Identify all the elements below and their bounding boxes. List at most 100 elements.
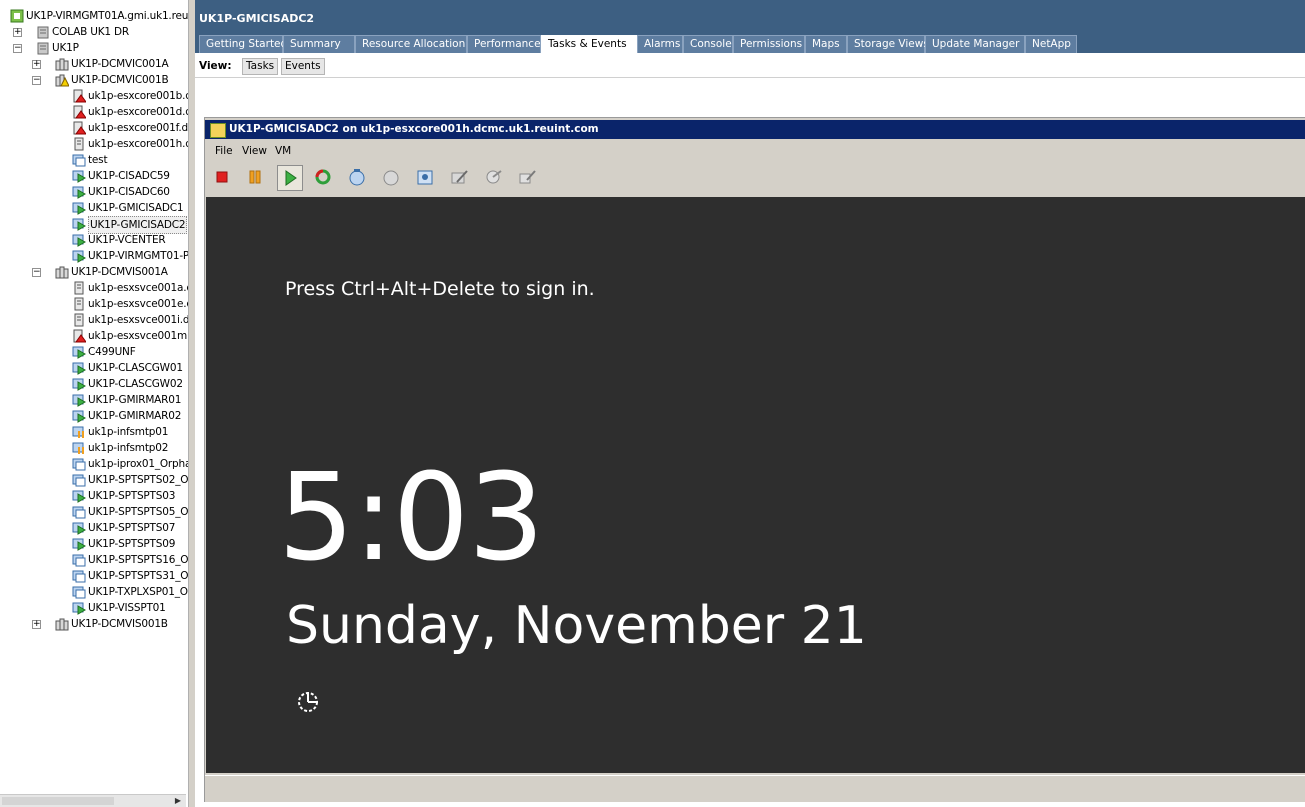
- menu-file[interactable]: File: [215, 145, 233, 157]
- host-icon: [72, 281, 86, 295]
- tree-horizontal-scrollbar[interactable]: ▶: [0, 794, 186, 807]
- tree-item[interactable]: uk1p-esxcore001b.c: [0, 88, 188, 104]
- tree-item-label: UK1P-SPTSPTS05_O: [88, 506, 188, 518]
- collapse-icon[interactable]: −: [13, 44, 22, 53]
- tree-item-label: UK1P-SPTSPTS03: [88, 490, 176, 502]
- tab-maps[interactable]: Maps: [805, 35, 847, 53]
- expand-icon[interactable]: +: [32, 620, 41, 629]
- tree-item-label: UK1P-CISADC60: [88, 186, 170, 198]
- expand-icon[interactable]: +: [32, 60, 41, 69]
- tree-item-label: UK1P-CLASCGW01: [88, 362, 183, 374]
- tree-item[interactable]: uk1p-infsmtp01: [0, 424, 188, 440]
- menu-view[interactable]: View: [242, 145, 267, 157]
- tree-item[interactable]: uk1p-esxsvce001a.c: [0, 280, 188, 296]
- tree-item[interactable]: uk1p-esxcore001d.c: [0, 104, 188, 120]
- tab-alarms[interactable]: Alarms: [637, 35, 683, 53]
- tree-item[interactable]: UK1P-TXPLXSP01_Oi: [0, 584, 188, 600]
- tab-tasks-events[interactable]: Tasks & Events: [541, 35, 637, 54]
- tree-item[interactable]: UK1P-GMIRMAR02: [0, 408, 188, 424]
- tree-item[interactable]: test: [0, 152, 188, 168]
- revert-snapshot-icon[interactable]: [379, 165, 403, 189]
- tree-item[interactable]: UK1P-SPTSPTS03: [0, 488, 188, 504]
- expand-icon[interactable]: +: [13, 28, 22, 37]
- tab-storage-views[interactable]: Storage Views: [847, 35, 929, 53]
- tab-console[interactable]: Console: [683, 35, 733, 53]
- snapshot-icon[interactable]: [345, 165, 369, 189]
- tasks-view-button[interactable]: Tasks: [242, 58, 279, 75]
- tree-item[interactable]: − UK1P-DCMVIS001A: [0, 264, 188, 280]
- console-title-bar[interactable]: UK1P-GMICISADC2 on uk1p-esxcore001h.dcmc…: [205, 120, 1305, 139]
- events-view-button[interactable]: Events: [281, 58, 325, 75]
- tree-item[interactable]: UK1P-CLASCGW01: [0, 360, 188, 376]
- power-off-icon[interactable]: [210, 165, 234, 189]
- tree-item[interactable]: − UK1P: [0, 40, 188, 56]
- tree-item[interactable]: C499UNF: [0, 344, 188, 360]
- tree-item[interactable]: UK1P-SPTSPTS02_O: [0, 472, 188, 488]
- tree-item[interactable]: UK1P-SPTSPTS07: [0, 520, 188, 536]
- tree-item[interactable]: UK1P-VISSPT01: [0, 600, 188, 616]
- tree-item[interactable]: UK1P-SPTSPTS09: [0, 536, 188, 552]
- tree-item[interactable]: − UK1P-DCMVIC001B: [0, 72, 188, 88]
- tree-item[interactable]: + UK1P-DCMVIC001A: [0, 56, 188, 72]
- tree-item-label: uk1p-infsmtp02: [88, 442, 169, 454]
- tree-item[interactable]: UK1P-CISADC60: [0, 184, 188, 200]
- collapse-icon[interactable]: −: [32, 268, 41, 277]
- host-icon: [72, 137, 86, 151]
- tree-item[interactable]: uk1p-esxsvce001i.dc: [0, 312, 188, 328]
- tree-item-label: UK1P-GMIRMAR01: [88, 394, 182, 406]
- tree-item-label: UK1P-VISSPT01: [88, 602, 166, 614]
- tree-item[interactable]: UK1P-GMICISADC2: [0, 216, 188, 234]
- tree-item[interactable]: uk1p-infsmtp02: [0, 440, 188, 456]
- tree-item[interactable]: uk1p-esxcore001f.d: [0, 120, 188, 136]
- tree-item[interactable]: uk1p-esxsvce001m.c: [0, 328, 188, 344]
- collapse-icon[interactable]: −: [32, 76, 41, 85]
- reset-icon[interactable]: [311, 165, 335, 189]
- edit-settings-icon[interactable]: [447, 165, 471, 189]
- tab-netapp[interactable]: NetApp: [1025, 35, 1077, 53]
- tree-item-label: UK1P-DCMVIS001A: [71, 266, 168, 278]
- sign-in-prompt: Press Ctrl+Alt+Delete to sign in.: [285, 278, 595, 300]
- vm-on-icon: [72, 409, 87, 423]
- scrollbar-thumb[interactable]: [2, 797, 114, 805]
- tab-performance[interactable]: Performance: [467, 35, 541, 53]
- tree-item[interactable]: UK1P-GMICISADC1: [0, 200, 188, 216]
- tree-item[interactable]: uk1p-esxsvce001e.c: [0, 296, 188, 312]
- tree-item[interactable]: uk1p-esxcore001h.c: [0, 136, 188, 152]
- tree-item[interactable]: UK1P-SPTSPTS16_O: [0, 552, 188, 568]
- tab-bar: Getting Started Summary Resource Allocatio…: [195, 35, 1305, 54]
- tab-summary[interactable]: Summary: [283, 35, 355, 53]
- pause-icon[interactable]: [243, 165, 267, 189]
- tree-item[interactable]: UK1P-VIRMGMT01-P: [0, 248, 188, 264]
- tree-item[interactable]: UK1P-CISADC59: [0, 168, 188, 184]
- power-on-icon[interactable]: [277, 165, 303, 191]
- tree-item[interactable]: UK1P-VCENTER: [0, 232, 188, 248]
- tree-item[interactable]: UK1P-SPTSPTS31_O: [0, 568, 188, 584]
- tree-item[interactable]: UK1P-GMIRMAR01: [0, 392, 188, 408]
- tree-item-label: uk1p-esxsvce001m.c: [88, 330, 188, 342]
- tab-update-manager[interactable]: Update Manager: [925, 35, 1025, 53]
- vm-on-icon: [72, 201, 87, 215]
- tree-item[interactable]: UK1P-CLASCGW02: [0, 376, 188, 392]
- tab-resource-allocation[interactable]: Resource Allocation: [355, 35, 467, 53]
- guest-console-screen[interactable]: Press Ctrl+Alt+Delete to sign in. 5:03 S…: [206, 197, 1305, 773]
- connect-icon[interactable]: [515, 165, 539, 189]
- device-icon[interactable]: [481, 165, 505, 189]
- vm-on-icon: [72, 393, 87, 407]
- scroll-right-icon[interactable]: ▶: [172, 795, 184, 807]
- tree-item-label: uk1p-esxsvce001i.dc: [88, 314, 188, 326]
- menu-vm[interactable]: VM: [275, 145, 291, 157]
- datacenter-icon: [36, 41, 50, 55]
- lock-screen-date: Sunday, November 21: [286, 596, 867, 656]
- datacenter-icon: [36, 25, 50, 39]
- host-alert-icon: [72, 121, 87, 135]
- main-pane: UK1P-GMICISADC2 Getting Started Summary Re…: [195, 0, 1305, 807]
- tree-item[interactable]: + COLAB UK1 DR: [0, 24, 188, 40]
- snapshot-manager-icon[interactable]: [413, 165, 437, 189]
- tree-item[interactable]: uk1p-iprox01_Orpha: [0, 456, 188, 472]
- tab-permissions[interactable]: Permissions: [733, 35, 805, 53]
- tree-item[interactable]: UK1P-SPTSPTS05_O: [0, 504, 188, 520]
- tab-getting-started[interactable]: Getting Started: [199, 35, 287, 53]
- ease-of-access-icon[interactable]: [296, 687, 324, 715]
- tree-item[interactable]: + UK1P-DCMVIS001B: [0, 616, 188, 632]
- tree-item[interactable]: UK1P-VIRMGMT01A.gmi.uk1.reu: [0, 8, 188, 24]
